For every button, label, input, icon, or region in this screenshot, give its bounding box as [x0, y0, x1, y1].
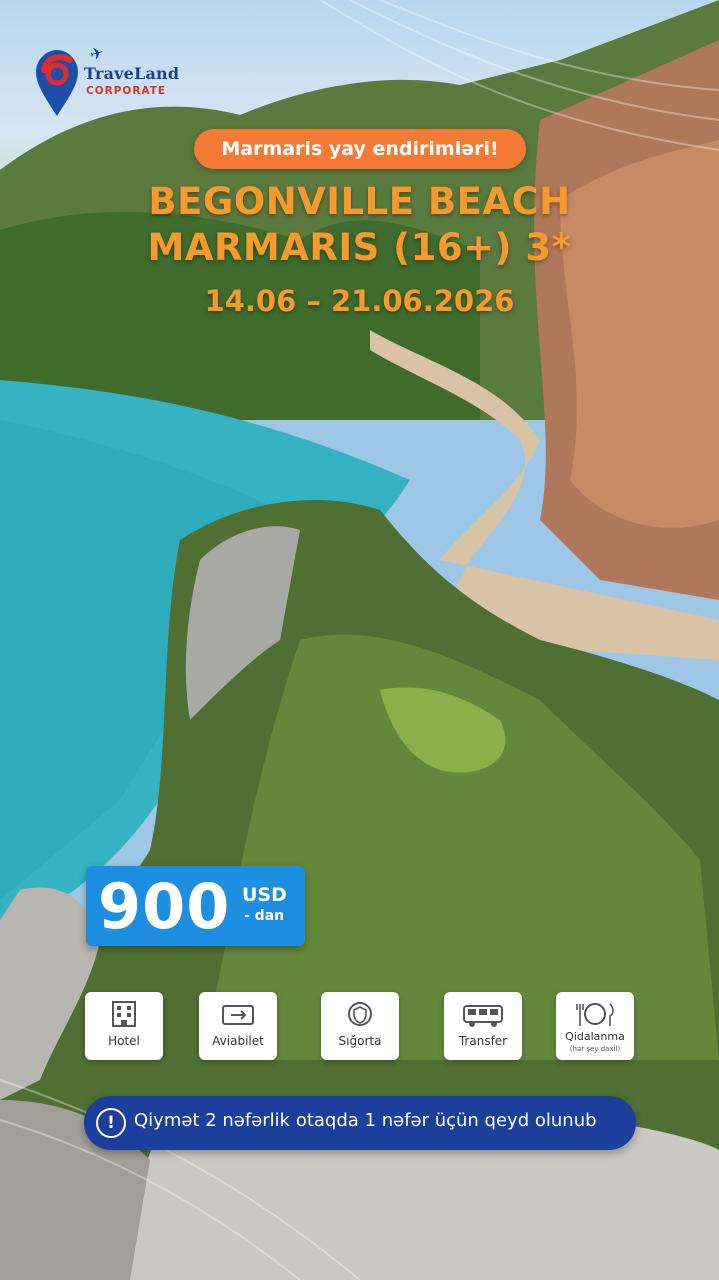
promo-badge: Marmaris yay endirimləri!: [194, 129, 526, 169]
hotel-name-line2: MARMARIS (16+) 3*: [147, 226, 572, 269]
feature-aviabilet: Aviabilet: [199, 992, 277, 1060]
hotel-icon: [112, 1001, 136, 1027]
feature-label: Aviabilet: [212, 1034, 264, 1048]
feature-insurance: Sığorta: [321, 992, 399, 1060]
ticket-icon: [222, 1005, 254, 1025]
price-currency: USD: [242, 884, 287, 906]
price-badge: 900 USD - dan: [86, 866, 305, 946]
bus-icon: [463, 1005, 503, 1027]
feature-transfer: Transfer: [444, 992, 522, 1060]
hotel-name-line1: BEGONVILLE BEACH: [148, 180, 571, 223]
travel-dates: 14.06 – 21.06.2026: [204, 284, 515, 318]
price-amount: 900: [98, 870, 231, 943]
traveland-logo[interactable]: ✈ TraveLand CORPORATE: [34, 42, 184, 124]
feature-hotel: Hotel: [85, 992, 163, 1060]
price-note-banner: ! Qiymət 2 nəfərlik otaqda 1 nəfər üçün …: [84, 1096, 636, 1150]
feature-dining: Qidalanma (hər şey daxil): [556, 992, 634, 1060]
plane-icon: ✈: [87, 42, 106, 65]
feature-sublabel: (hər şey daxil): [569, 1045, 621, 1053]
info-icon: !: [96, 1108, 126, 1138]
feature-label: Sığorta: [338, 1034, 382, 1048]
insurance-icon: [348, 1002, 372, 1026]
price-from-label: - dan: [244, 908, 285, 924]
dining-icon: [576, 1003, 614, 1026]
feature-label: Transfer: [458, 1034, 508, 1048]
price-note-text: Qiymət 2 nəfərlik otaqda 1 nəfər üçün qe…: [134, 1110, 597, 1131]
brand-name: TraveLand: [84, 64, 180, 83]
brand-sub: CORPORATE: [86, 85, 167, 97]
feature-label: Hotel: [108, 1034, 140, 1048]
promo-poster: ✈ TraveLand CORPORATE Marmaris yay endir…: [0, 0, 719, 1280]
feature-label: Qidalanma: [565, 1030, 625, 1043]
location-pin-icon: [36, 50, 78, 116]
